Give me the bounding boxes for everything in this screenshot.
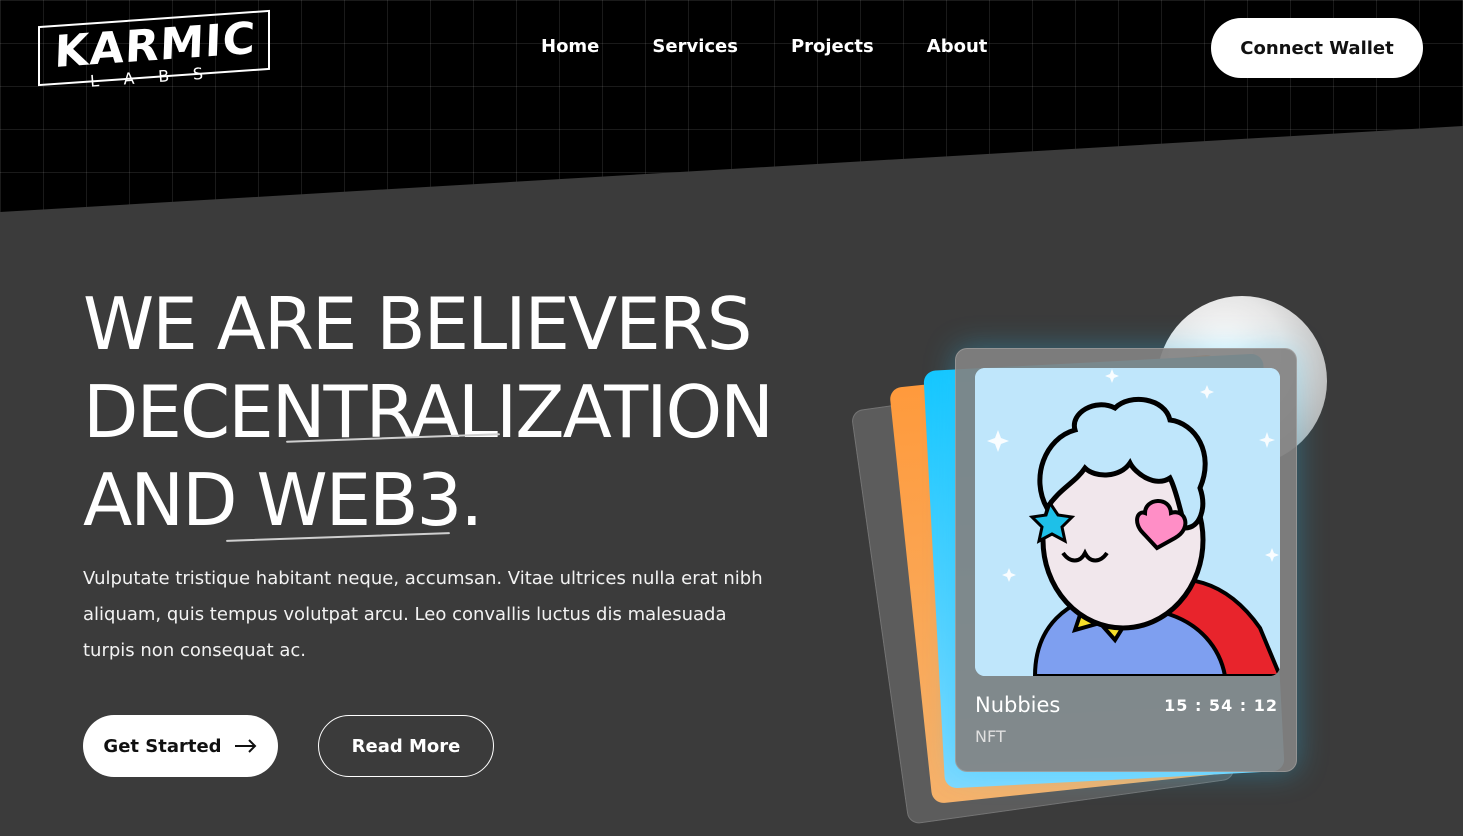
nft-card[interactable]: Nubbies NFT 15 : 54 : 12: [955, 348, 1297, 772]
nav-about[interactable]: About: [927, 36, 988, 57]
nft-type: NFT: [975, 727, 1006, 746]
nft-countdown-timer: 15 : 54 : 12: [1164, 696, 1278, 715]
hero-headline: WE ARE BELIEVERS DECENTRALIZATION AND WE…: [83, 280, 803, 544]
main-nav: Home Services Projects About: [541, 36, 987, 57]
connect-wallet-button[interactable]: Connect Wallet: [1211, 18, 1423, 78]
read-more-button[interactable]: Read More: [318, 715, 494, 777]
headline-line-3: AND WEB3.: [83, 458, 483, 542]
logo[interactable]: KARMIC LABS: [38, 6, 274, 94]
arrow-right-icon: [234, 739, 256, 753]
get-started-button[interactable]: Get Started: [83, 715, 278, 777]
nft-name: Nubbies: [975, 693, 1061, 717]
headline-line-2: DECENTRALIZATION: [83, 370, 774, 454]
nav-projects[interactable]: Projects: [791, 36, 874, 57]
headline-line-1: WE ARE BELIEVERS: [83, 282, 752, 366]
nav-services[interactable]: Services: [652, 36, 738, 57]
nav-home[interactable]: Home: [541, 36, 599, 57]
get-started-label: Get Started: [103, 735, 222, 757]
hero-description: Vulputate tristique habitant neque, accu…: [83, 568, 763, 661]
nft-character-illustration: [975, 368, 1280, 676]
nft-artwork: [975, 368, 1280, 676]
